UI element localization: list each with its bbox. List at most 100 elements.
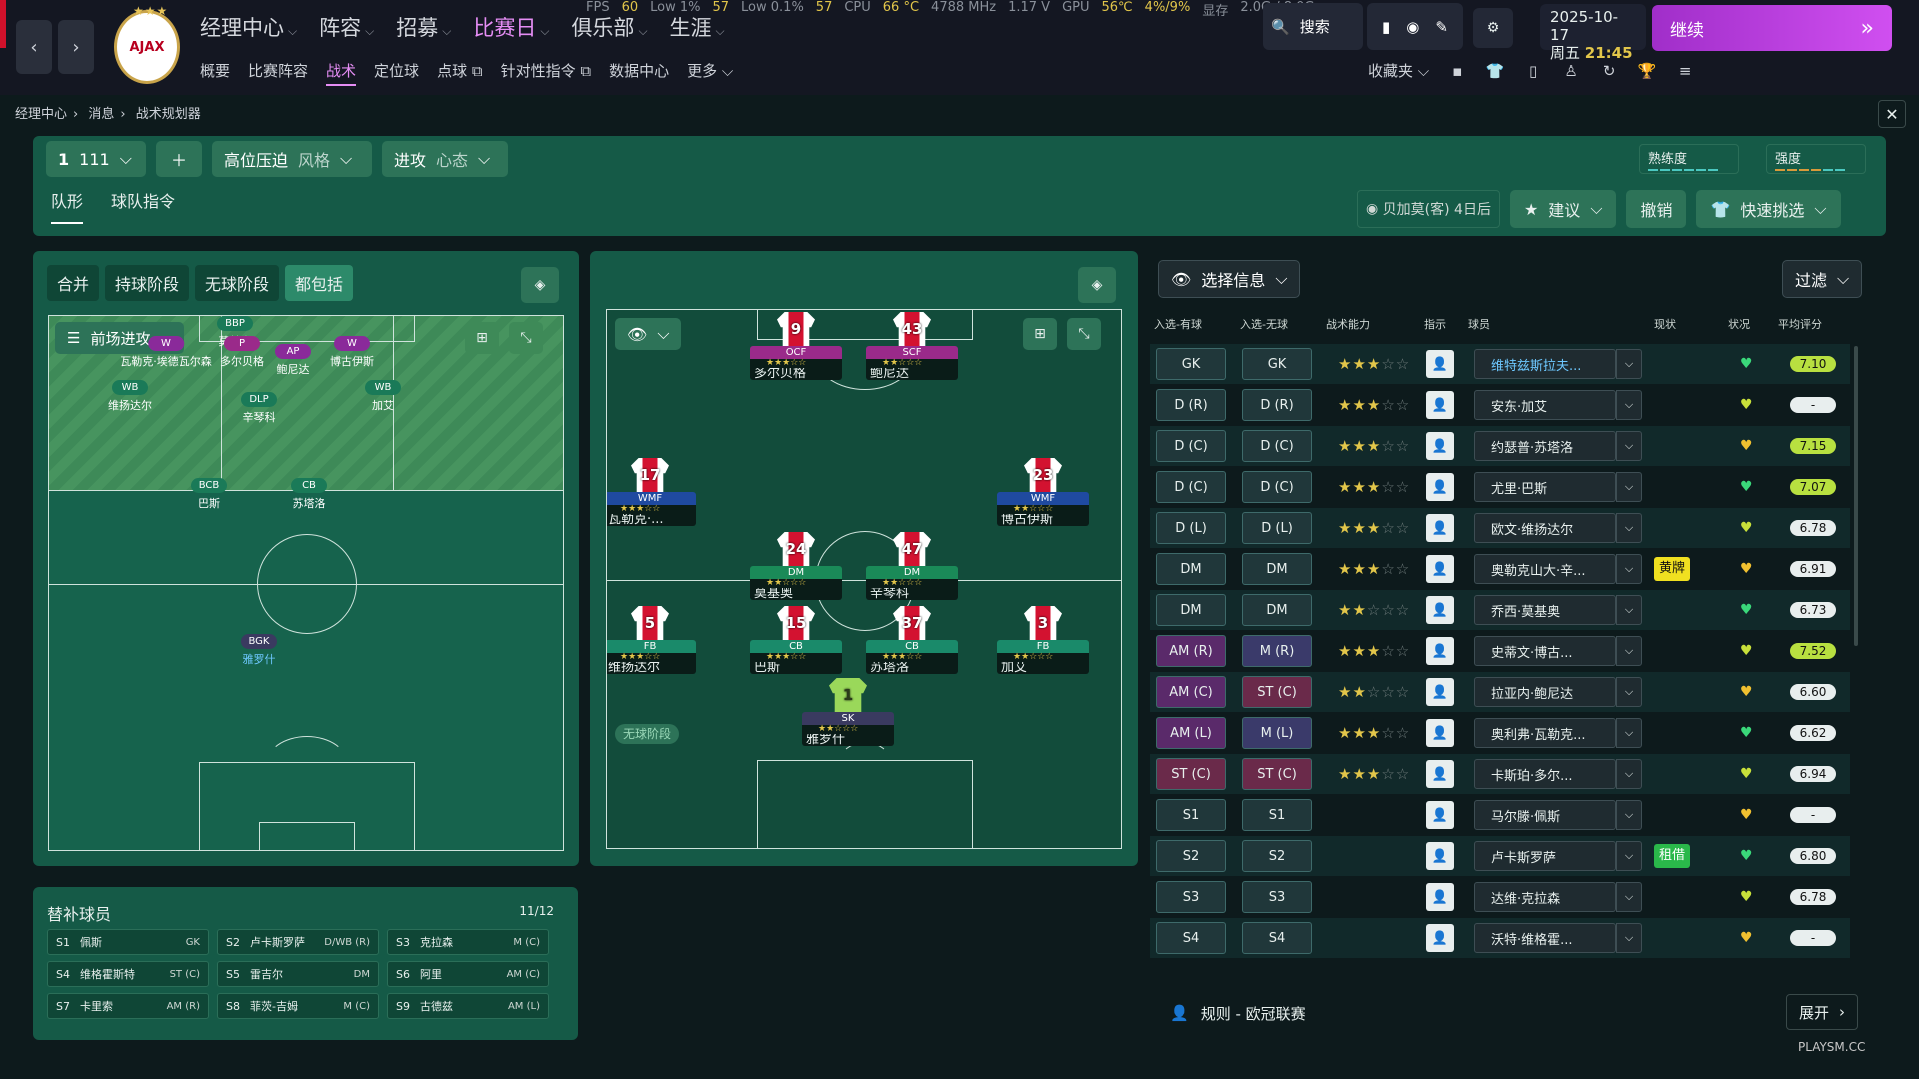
crumb-messages[interactable]: 消息: [88, 107, 114, 122]
table-row[interactable]: D (R) D (R) ★★★☆☆ 👤 安东·加艾 ⌵ ♥ -: [1150, 385, 1850, 425]
out-possession-position[interactable]: M (R): [1242, 635, 1312, 667]
player-card[interactable]: 3 FB ★★☆☆☆ 加艾: [997, 606, 1089, 674]
player-dropdown[interactable]: ⌵: [1616, 759, 1642, 789]
player-dropdown[interactable]: ⌵: [1616, 390, 1642, 420]
sub-player[interactable]: S1 佩斯 GK: [47, 929, 209, 955]
table-row[interactable]: DM DM ★★★☆☆ 👤 奥勒克山大·辛... ⌵ 黄牌 ♥ 6.91: [1150, 549, 1850, 589]
header-instructions[interactable]: 指示: [1424, 316, 1446, 332]
player-select[interactable]: 尤里·巴斯: [1474, 472, 1616, 502]
formation-settings-button[interactable]: ◈: [1078, 267, 1116, 303]
instructions-button[interactable]: 👤: [1426, 924, 1454, 952]
filter-dropdown[interactable]: 过滤 ⌵: [1782, 260, 1863, 298]
player-dropdown[interactable]: ⌵: [1616, 882, 1642, 912]
in-possession-position[interactable]: AM (L): [1156, 717, 1226, 749]
role-tag[interactable]: W 博古伊斯: [330, 336, 374, 369]
out-possession-position[interactable]: ST (C): [1242, 676, 1312, 708]
nav-matchday[interactable]: 比赛日 ⌵: [473, 12, 549, 42]
role-tag[interactable]: BCB 巴斯: [191, 478, 227, 511]
intensity-meter[interactable]: 强度: [1766, 144, 1866, 174]
table-row[interactable]: DM DM ★★☆☆☆ 👤 乔西·莫基奥 ⌵ ♥ 6.73: [1150, 590, 1850, 630]
player-select[interactable]: 约瑟普·苏塔洛: [1474, 431, 1616, 461]
player-dropdown[interactable]: ⌵: [1616, 636, 1642, 666]
mentality-select[interactable]: 进攻 心态 ⌵: [382, 141, 508, 177]
crumb-manager-center[interactable]: 经理中心: [15, 107, 67, 122]
coins-icon[interactable]: ≡: [1675, 61, 1695, 81]
pitch-settings-button[interactable]: ◈: [521, 267, 559, 303]
out-possession-position[interactable]: M (L): [1242, 717, 1312, 749]
card-icon[interactable]: ▯: [1523, 61, 1543, 81]
instructions-button[interactable]: 👤: [1426, 391, 1454, 419]
instructions-button[interactable]: 👤: [1426, 678, 1454, 706]
player-select[interactable]: 安东·加艾: [1474, 390, 1616, 420]
header-out-possession[interactable]: 入选-无球: [1240, 316, 1288, 332]
back-button[interactable]: ‹: [16, 20, 52, 74]
player-dropdown[interactable]: ⌵: [1616, 718, 1642, 748]
instructions-button[interactable]: 👤: [1426, 473, 1454, 501]
player-dropdown[interactable]: ⌵: [1616, 349, 1642, 379]
people-icon[interactable]: ♙: [1561, 61, 1581, 81]
forward-button[interactable]: ›: [58, 20, 94, 74]
player-card[interactable]: 23 WMF ★★☆☆☆ 博古伊斯: [997, 458, 1089, 526]
subnav-overview[interactable]: 概要: [200, 60, 230, 86]
out-possession-position[interactable]: D (C): [1242, 471, 1312, 503]
sub-player[interactable]: S7 卡里索 AM (R): [47, 993, 209, 1019]
player-dropdown[interactable]: ⌵: [1616, 677, 1642, 707]
tab-team-instructions[interactable]: 球队指令: [111, 188, 175, 224]
in-possession-position[interactable]: D (C): [1156, 471, 1226, 503]
subnav-set-pieces[interactable]: 定位球: [374, 60, 419, 86]
suggest-button[interactable]: ★ 建议 ⌵: [1509, 190, 1617, 228]
player-select[interactable]: 史蒂文·博古...: [1474, 636, 1616, 666]
player-dropdown[interactable]: ⌵: [1616, 554, 1642, 584]
club-logo[interactable]: ★★★ AJAX: [114, 4, 180, 84]
instructions-button[interactable]: 👤: [1426, 432, 1454, 460]
bookmark-icon[interactable]: ▮: [1382, 18, 1390, 36]
player-select[interactable]: 达维·克拉森: [1474, 882, 1616, 912]
in-possession-position[interactable]: D (L): [1156, 512, 1226, 544]
player-dropdown[interactable]: ⌵: [1616, 595, 1642, 625]
visibility-select[interactable]: 👁 ⌵: [615, 318, 682, 350]
player-select[interactable]: 奥勒克山大·辛...: [1474, 554, 1616, 584]
favorites-dropdown[interactable]: 收藏夹 ⌵: [1368, 60, 1429, 81]
player-card[interactable]: 43 SCF ★★☆☆☆ 鲍尼达: [866, 312, 958, 380]
expand-button[interactable]: 展开 ›: [1785, 994, 1858, 1030]
in-possession-position[interactable]: AM (C): [1156, 676, 1226, 708]
close-button[interactable]: ✕: [1878, 100, 1906, 128]
in-possession-position[interactable]: AM (R): [1156, 635, 1226, 667]
instructions-button[interactable]: 👤: [1426, 883, 1454, 911]
grid-toggle-button[interactable]: ⊞: [465, 322, 499, 354]
player-select[interactable]: 乔西·莫基奥: [1474, 595, 1616, 625]
instructions-button[interactable]: 👤: [1426, 719, 1454, 747]
role-tag[interactable]: W 瓦勒克·埃德瓦尔森: [120, 336, 212, 369]
player-card[interactable]: 37 CB ★★★☆☆ 苏塔洛: [866, 606, 958, 674]
refresh-icon[interactable]: ↻: [1599, 61, 1619, 81]
instructions-button[interactable]: 👤: [1426, 514, 1454, 542]
in-possession-position[interactable]: D (R): [1156, 389, 1226, 421]
player-select[interactable]: 马尔滕·佩斯: [1474, 800, 1616, 830]
player-dropdown[interactable]: ⌵: [1616, 431, 1642, 461]
player-card[interactable]: 47 DM ★★☆☆☆ 辛琴科: [866, 532, 958, 600]
search-box[interactable]: 🔍 搜索: [1263, 3, 1363, 50]
player-select[interactable]: 欧文·维扬达尔: [1474, 513, 1616, 543]
phase-both[interactable]: 都包括: [285, 265, 354, 301]
in-possession-position[interactable]: S2: [1156, 840, 1226, 872]
player-card[interactable]: 15 CB ★★★☆☆ 巴斯: [750, 606, 842, 674]
subnav-more[interactable]: 更多 ⌵: [687, 60, 733, 86]
in-possession-position[interactable]: S3: [1156, 881, 1226, 913]
in-possession-position[interactable]: S1: [1156, 799, 1226, 831]
scrollbar[interactable]: [1854, 346, 1858, 646]
instructions-button[interactable]: 👤: [1426, 596, 1454, 624]
table-row[interactable]: GK GK ★★★☆☆ 👤 维特兹斯拉夫... ⌵ ♥ 7.10: [1150, 344, 1850, 384]
tactic-slot-select[interactable]: 1 111 ⌵: [46, 141, 146, 177]
instructions-button[interactable]: 👤: [1426, 555, 1454, 583]
grid-toggle-button[interactable]: ⊞: [1023, 318, 1057, 350]
player-card[interactable]: 5 FB ★★★☆☆ 维扬达尔: [607, 606, 696, 674]
player-card[interactable]: 17 WMF ★★★☆☆ 瓦勒克·...: [607, 458, 696, 526]
role-tag[interactable]: DLP 辛琴科: [241, 392, 277, 425]
table-row[interactable]: D (C) D (C) ★★★☆☆ 👤 约瑟普·苏塔洛 ⌵ ♥ 7.15: [1150, 426, 1850, 466]
out-possession-position[interactable]: S2: [1242, 840, 1312, 872]
quick-pick-button[interactable]: 👕 快速挑选 ⌵: [1696, 190, 1841, 228]
header-status[interactable]: 现状: [1654, 316, 1676, 332]
subnav-data-hub[interactable]: 数据中心: [609, 60, 669, 86]
in-possession-position[interactable]: D (C): [1156, 430, 1226, 462]
brain-icon[interactable]: ◉: [1406, 18, 1419, 36]
